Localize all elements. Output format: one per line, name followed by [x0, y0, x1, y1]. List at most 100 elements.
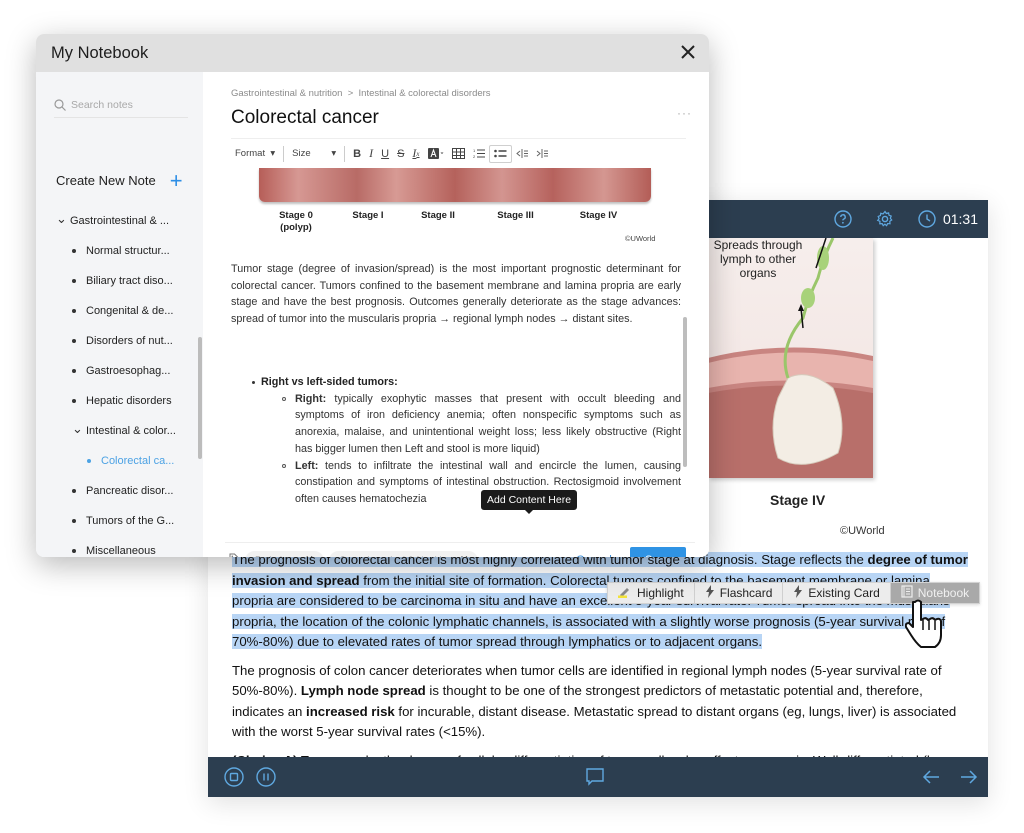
highlighter-icon — [618, 586, 632, 601]
close-button[interactable] — [681, 43, 695, 63]
explanation-paragraph-2: The prognosis of colon cancer deteriorat… — [232, 662, 957, 740]
stage-label: Stage II — [421, 210, 455, 221]
size-dropdown[interactable]: Size ▾ — [288, 145, 340, 163]
comment-icon[interactable] — [585, 766, 605, 788]
tree-item[interactable]: ⌄ Intestinal & color... — [36, 416, 198, 446]
flashcard-button[interactable]: Flashcard — [695, 583, 784, 603]
image-credit: ©UWorld — [625, 234, 656, 243]
modal-title: My Notebook — [51, 43, 149, 62]
close-icon — [681, 45, 695, 59]
chevron-down-icon[interactable]: ⌄ — [56, 211, 67, 227]
tag-chip: Gastrointestinal & Nutrition ✕ — [329, 551, 479, 557]
figure-caption: Spreads through lymph to other organs — [713, 238, 803, 280]
bullet — [72, 489, 76, 493]
tree-item[interactable]: Congenital & de... — [36, 296, 198, 326]
indent-button[interactable] — [532, 145, 552, 163]
table-icon — [451, 148, 465, 159]
bullet — [72, 309, 76, 313]
tree-item-label: Biliary tract diso... — [86, 275, 173, 287]
tree-item-label: Pancreatic disor... — [86, 485, 174, 497]
bullet — [72, 519, 76, 523]
arrow-right-icon[interactable] — [959, 766, 979, 788]
tree-item-label: Intestinal & color... — [86, 425, 176, 437]
gear-icon[interactable] — [875, 209, 895, 229]
editor-content[interactable]: Stage 0 (polyp) Stage I Stage II Stage I… — [231, 168, 686, 542]
text-color-icon — [427, 148, 444, 159]
lightning-icon — [705, 585, 715, 601]
tree-item[interactable]: ⌄ Gastrointestinal & ... — [36, 206, 198, 236]
timer-value: 01:31 — [942, 211, 978, 227]
tree-item[interactable]: Normal structur... — [36, 236, 198, 266]
tag-chip: Pathology ✕ — [245, 551, 324, 557]
tree-item[interactable]: Tumors of the G... — [36, 506, 198, 536]
tree-item-label: Colorectal ca... — [101, 455, 175, 467]
svg-text:2: 2 — [473, 154, 476, 159]
tree-item[interactable]: Miscellaneous — [36, 536, 198, 557]
note-paragraph: Tumor stage (degree of invasion/spread) … — [231, 263, 681, 326]
search-box — [54, 98, 188, 118]
tree-item[interactable]: Pancreatic disor... — [36, 476, 198, 506]
strikethrough-button[interactable]: S — [393, 145, 408, 163]
outdent-icon — [515, 149, 528, 158]
hand-cursor-icon — [905, 599, 942, 648]
tree-item-label: Hepatic disorders — [86, 395, 172, 407]
numbered-list-button[interactable]: 12 — [469, 145, 489, 163]
tree-item-label: Gastrointestinal & ... — [70, 215, 170, 227]
tree-item-label: Tumors of the G... — [86, 515, 175, 527]
note-footer: Pathology ✕ Gastrointestinal & Nutrition… — [225, 542, 695, 557]
sub-bullet-left: Left: tends to infiltrate the intestinal… — [261, 458, 681, 508]
note-title[interactable]: Colorectal cancer — [231, 107, 379, 129]
clear-format-button[interactable]: Ix — [408, 145, 423, 163]
pause-icon[interactable] — [256, 766, 276, 788]
breadcrumb-item[interactable]: Gastrointestinal & nutrition — [231, 88, 342, 99]
cancel-button[interactable]: Cancel — [576, 555, 612, 557]
bulleted-list-button[interactable] — [488, 144, 512, 163]
text-color-button[interactable] — [424, 145, 448, 163]
underline-button[interactable]: U — [377, 145, 393, 163]
tag-icon — [229, 553, 240, 557]
create-new-note-button[interactable]: Create New Note + — [56, 167, 183, 193]
tree-item[interactable]: Gastroesophag... — [36, 356, 198, 386]
editor-scrollbar[interactable] — [683, 317, 687, 467]
tree-item-label: Miscellaneous — [86, 545, 156, 557]
existing-card-button[interactable]: Existing Card — [783, 583, 891, 603]
stage-label: Stage IV — [579, 210, 618, 221]
remove-tag-button[interactable]: ✕ — [460, 555, 468, 557]
highlight-button[interactable]: Highlight — [608, 583, 695, 603]
save-button[interactable]: Save — [630, 547, 686, 557]
help-icon[interactable] — [833, 209, 853, 229]
bold-button[interactable]: B — [349, 145, 365, 163]
bullet — [72, 549, 76, 553]
table-button[interactable] — [448, 145, 469, 163]
clock-icon — [917, 209, 937, 229]
format-dropdown[interactable]: Format ▾ — [231, 145, 279, 163]
tree-item[interactable]: Biliary tract diso... — [36, 266, 198, 296]
note-editor: Gastrointestinal & nutrition > Intestina… — [203, 72, 709, 557]
sub-bullet-right: Right: typically exophytic masses that p… — [261, 391, 681, 458]
arrow-left-icon[interactable] — [921, 766, 941, 788]
lightning-icon — [793, 585, 803, 601]
colorectal-stages-image — [259, 168, 651, 202]
chevron-down-icon[interactable]: ⌄ — [72, 421, 83, 437]
stop-icon[interactable] — [224, 766, 244, 788]
tree-item[interactable]: Disorders of nut... — [36, 326, 198, 356]
notes-tree: ⌄ Gastrointestinal & ... Normal structur..… — [36, 206, 198, 557]
editor-toolbar: Format ▾ Size ▾ B I U S Ix 12 — [231, 138, 686, 168]
toolbar-divider — [344, 145, 346, 162]
plus-icon: + — [169, 167, 183, 193]
bullet-heading: Right vs left-sided tumors: — [261, 376, 398, 388]
bullet — [72, 399, 76, 403]
bulleted-list-icon — [493, 149, 507, 158]
tree-item[interactable]: Colorectal ca... — [36, 446, 198, 476]
italic-button[interactable]: I — [365, 145, 377, 163]
search-input[interactable] — [71, 98, 181, 111]
sidebar-scrollbar[interactable] — [198, 337, 202, 459]
tree-item[interactable]: Hepatic disorders — [36, 386, 198, 416]
breadcrumb-item[interactable]: Intestinal & colorectal disorders — [359, 88, 491, 99]
numbered-list-icon: 12 — [473, 148, 485, 159]
tree-item-label: Normal structur... — [86, 245, 170, 257]
tree-item-label: Gastroesophag... — [86, 365, 171, 377]
remove-tag-button[interactable]: ✕ — [305, 555, 313, 557]
more-options-button[interactable]: ··· — [677, 106, 692, 120]
outdent-button[interactable] — [512, 145, 532, 163]
